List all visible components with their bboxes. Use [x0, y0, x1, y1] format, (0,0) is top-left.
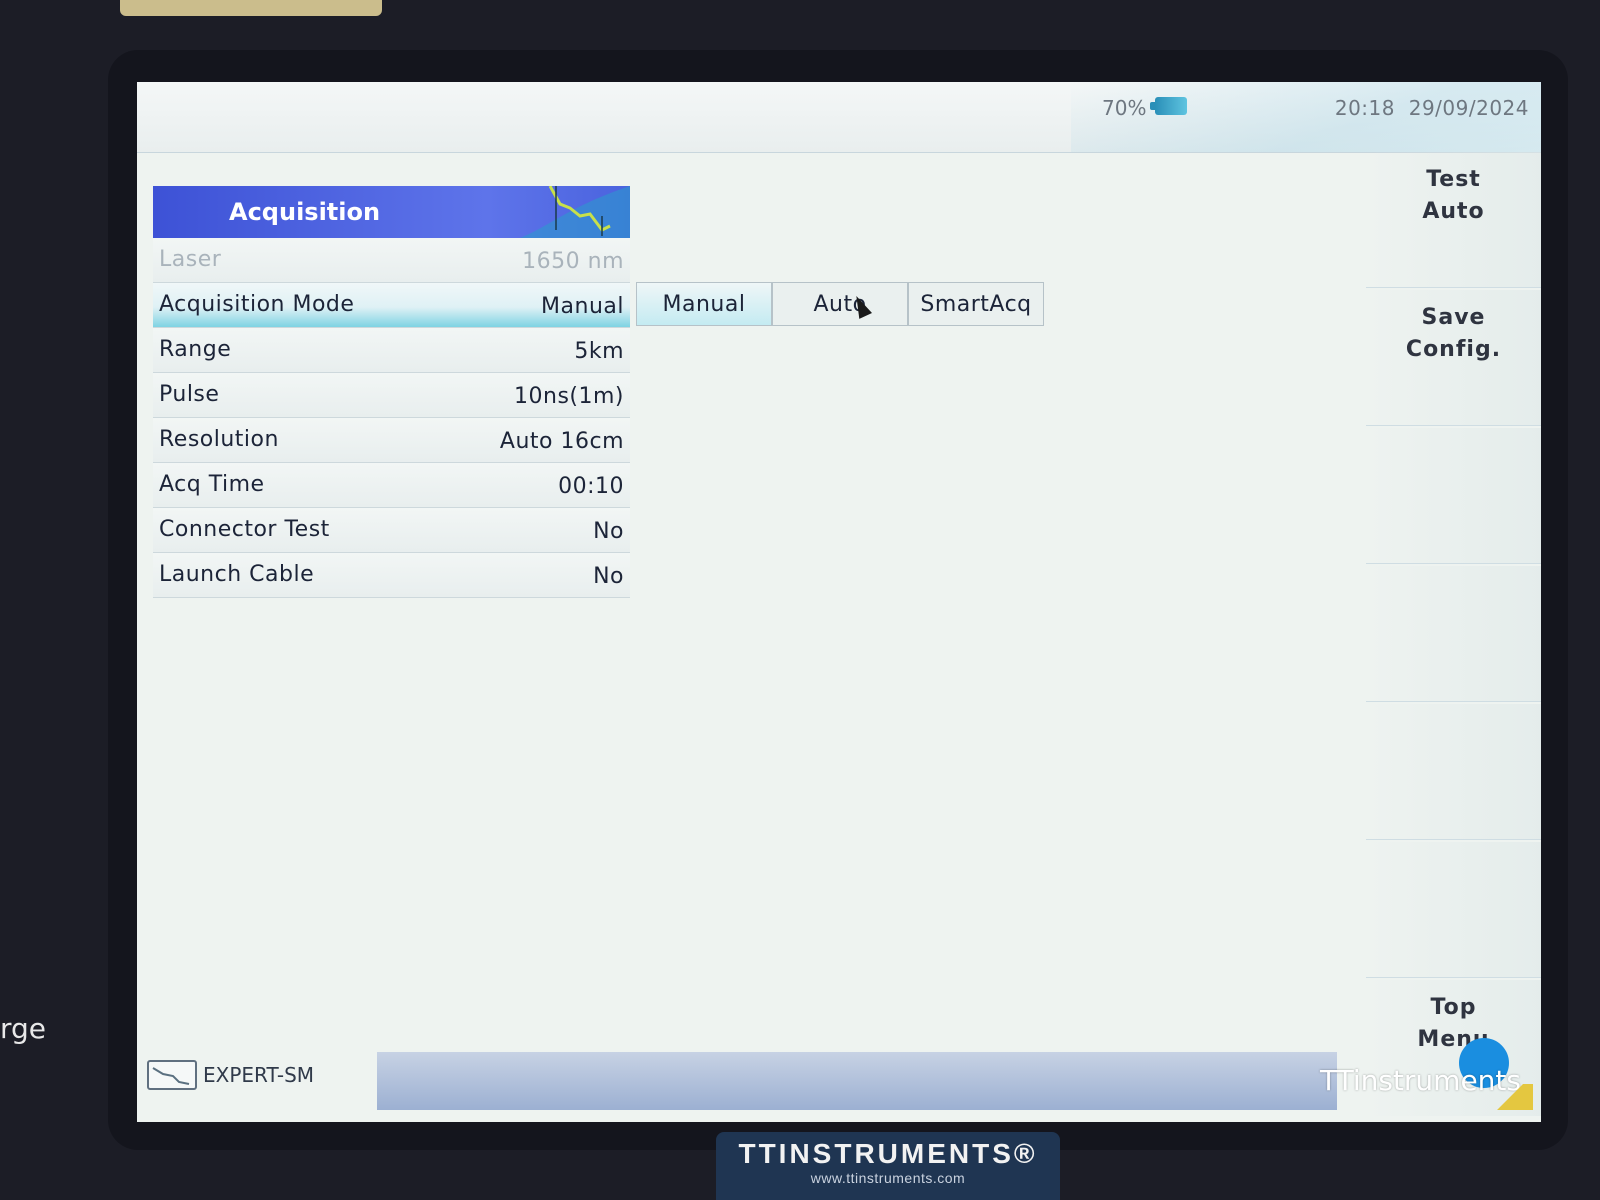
test-auto-button[interactable]: Test Auto [1366, 152, 1541, 288]
row-value: Auto 16cm [499, 429, 624, 454]
row-value: 10ns(1m) [514, 384, 624, 409]
save-config-button[interactable]: Save Config. [1366, 290, 1541, 426]
softkey-column: Test Auto Save Config. Top Menu [1366, 152, 1541, 1122]
row-label: Connector Test [159, 517, 330, 542]
row-value: No [593, 564, 624, 589]
bottom-bar: EXPERT-SM TTinstruments [137, 1038, 1541, 1122]
softkey-line: Test [1426, 167, 1481, 192]
softkey-line: Config. [1405, 337, 1502, 362]
clock-date: 29/09/2024 [1408, 96, 1529, 120]
row-pulse[interactable]: Pulse 10ns(1m) [153, 373, 630, 418]
hardware-logo: TTINSTRUMENTS® [738, 1138, 1038, 1169]
option-auto[interactable]: Auto [772, 282, 908, 326]
row-connector-test[interactable]: Connector Test No [153, 508, 630, 553]
otdr-trace-icon [520, 186, 630, 238]
row-resolution[interactable]: Resolution Auto 16cm [153, 418, 630, 463]
row-value: No [593, 519, 624, 544]
row-label: Acq Time [159, 472, 265, 497]
panel-title: Acquisition [229, 198, 381, 226]
row-label: Acquisition Mode [159, 292, 355, 317]
row-label: Pulse [159, 382, 220, 407]
hardware-url: www.ttinstruments.com [810, 1170, 966, 1186]
acquisition-panel: Acquisition Laser 1650 nm Acquisition Mo… [153, 186, 630, 598]
row-value: 00:10 [558, 474, 624, 499]
row-label: Resolution [159, 427, 279, 452]
battery-percent: 70% [1102, 96, 1147, 120]
side-label: rge [0, 1012, 47, 1045]
back-arrow-icon[interactable] [1493, 1084, 1533, 1110]
row-value: 1650 nm [522, 249, 624, 274]
status-bar: 70% 20:18 29/09/2024 [137, 82, 1541, 153]
softkey-line: Save [1421, 305, 1486, 330]
screen: 70% 20:18 29/09/2024 Acquisition Laser 1… [137, 82, 1541, 1122]
row-label: Launch Cable [159, 562, 315, 587]
softkey-line: Auto [1422, 199, 1485, 224]
device-badge[interactable]: EXPERT-SM [147, 1060, 314, 1090]
row-acquisition-mode[interactable]: Acquisition Mode Manual [153, 283, 630, 328]
row-value: 5km [574, 339, 624, 364]
clock-time: 20:18 [1334, 96, 1395, 120]
row-laser: Laser 1650 nm [153, 238, 630, 283]
mode-options: Manual Auto SmartAcq [636, 282, 1044, 326]
datetime: 20:18 29/09/2024 [1335, 96, 1529, 120]
battery-icon [1150, 97, 1187, 115]
row-value: Manual [541, 294, 624, 319]
softkey-line: Top [1430, 995, 1477, 1020]
brand-overlay: TTinstruments [1319, 1064, 1521, 1097]
row-label: Range [159, 337, 232, 362]
panel-header: Acquisition [153, 186, 630, 238]
option-manual[interactable]: Manual [636, 282, 772, 326]
softkey-empty-3[interactable] [1366, 428, 1541, 564]
row-label: Laser [159, 247, 222, 272]
softkey-empty-5[interactable] [1366, 704, 1541, 840]
device-icon [147, 1060, 197, 1090]
hardware-logo-plate: TTINSTRUMENTS® www.ttinstruments.com [716, 1132, 1060, 1200]
softkey-empty-4[interactable] [1366, 566, 1541, 702]
option-smartacq[interactable]: SmartAcq [908, 282, 1044, 326]
row-acq-time[interactable]: Acq Time 00:10 [153, 463, 630, 508]
row-range[interactable]: Range 5km [153, 328, 630, 373]
softkey-empty-6[interactable] [1366, 842, 1541, 978]
row-launch-cable[interactable]: Launch Cable No [153, 553, 630, 598]
device-model: EXPERT-SM [203, 1063, 315, 1087]
bezel-tab [120, 0, 382, 16]
status-band [377, 1052, 1337, 1110]
